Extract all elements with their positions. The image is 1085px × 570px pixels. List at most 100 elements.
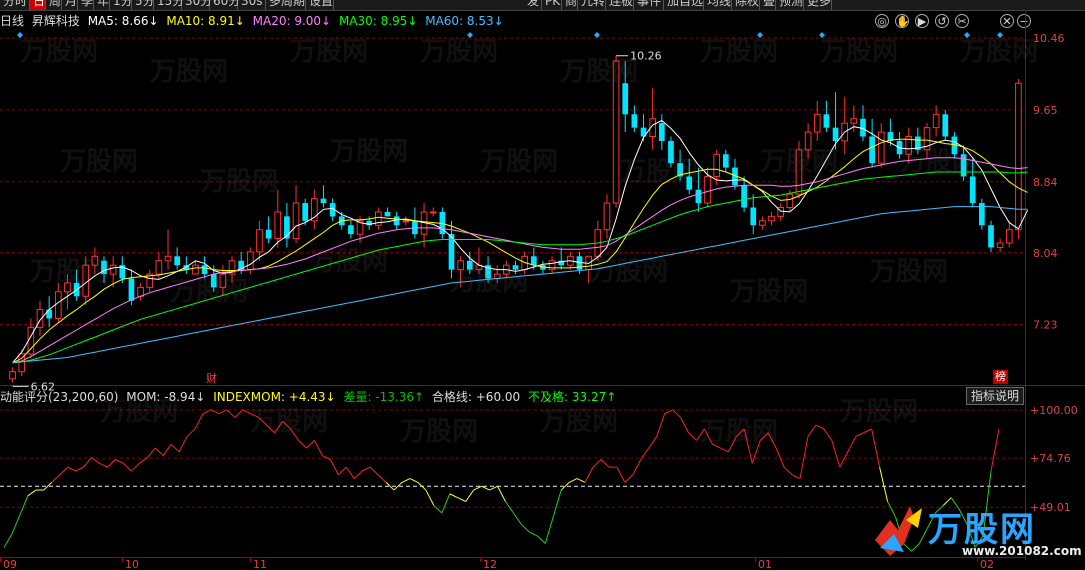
candle-body bbox=[988, 225, 994, 248]
mom-line-segment bbox=[489, 485, 498, 491]
mom-line-segment bbox=[329, 459, 339, 476]
candle-body bbox=[695, 189, 702, 204]
mom-line-segment bbox=[178, 436, 188, 453]
mom-line-segment bbox=[115, 459, 124, 464]
watermark-tile: 万股网 bbox=[960, 37, 1038, 67]
watermark-tile: 万股网 bbox=[730, 277, 808, 307]
mom-line-segment bbox=[568, 478, 578, 483]
mom-line-segment bbox=[815, 424, 825, 430]
mom-line-segment bbox=[226, 409, 236, 418]
mom-line-segment bbox=[377, 474, 387, 483]
watermark-tile: 万股网 bbox=[60, 147, 138, 177]
candle-body bbox=[402, 220, 410, 223]
candle-body bbox=[274, 211, 282, 240]
candle-body bbox=[137, 286, 144, 297]
candle-body bbox=[1015, 82, 1022, 231]
mom-line-segment bbox=[3, 533, 13, 548]
mom-line-segment bbox=[210, 409, 220, 415]
watermark-tile: 万股网 bbox=[250, 407, 328, 437]
watermark-tile: 万股网 bbox=[290, 37, 368, 67]
mom-line-segment bbox=[552, 489, 562, 517]
mom-line-segment bbox=[337, 466, 347, 476]
mom-line-segment bbox=[27, 489, 37, 497]
candle-body bbox=[658, 123, 665, 141]
candle-body bbox=[192, 264, 199, 275]
candle-body bbox=[429, 211, 437, 214]
watermark-tile: 万股网 bbox=[760, 147, 838, 177]
mom-line-segment bbox=[433, 504, 443, 514]
watermark-tile: 万股网 bbox=[540, 407, 618, 437]
candle-body bbox=[932, 113, 940, 129]
candle-body bbox=[877, 131, 885, 164]
candle-body bbox=[786, 193, 794, 208]
price-tick-label: 9.65 bbox=[1033, 104, 1058, 117]
mom-line-segment bbox=[186, 428, 196, 437]
stock-chart[interactable]: 10.469.658.848.047.23+100.00+74.76+49.01… bbox=[0, 0, 1085, 570]
watermark-tile: 万股网 bbox=[900, 147, 978, 177]
mom-line-segment bbox=[600, 459, 610, 468]
candle-body bbox=[813, 113, 821, 133]
mom-line-segment bbox=[536, 535, 546, 544]
mom-line-segment bbox=[11, 514, 21, 535]
mom-line-segment bbox=[544, 516, 554, 544]
watermark-tile: 万股网 bbox=[820, 37, 898, 67]
mom-line-segment bbox=[680, 417, 690, 433]
financial-tag[interactable]: 财 bbox=[204, 372, 219, 386]
mom-line-segment bbox=[513, 512, 522, 525]
mom-line-segment bbox=[361, 466, 371, 472]
candle-body bbox=[759, 220, 766, 226]
mom-line-segment bbox=[497, 485, 506, 502]
mom-line-segment bbox=[194, 413, 204, 430]
candle-body bbox=[832, 127, 839, 141]
price-tick-label: 7.23 bbox=[1033, 319, 1058, 332]
watermark-tile: 万股网 bbox=[20, 37, 98, 67]
mom-line-segment bbox=[449, 493, 458, 499]
mom-line-segment bbox=[369, 466, 379, 476]
candle-body bbox=[174, 256, 181, 266]
mom-line-segment bbox=[990, 428, 1000, 472]
mom-line-segment bbox=[831, 440, 841, 468]
mom-line-segment bbox=[624, 474, 634, 483]
price-tick-label: 8.04 bbox=[1033, 247, 1058, 260]
candle-body bbox=[704, 175, 711, 204]
mom-line-segment bbox=[154, 447, 164, 457]
watermark-tile: 万股网 bbox=[620, 157, 698, 187]
candle-body bbox=[603, 202, 611, 231]
mom-line-segment bbox=[83, 457, 92, 468]
ranking-tag[interactable]: 榜 bbox=[993, 370, 1008, 384]
watermark-tile: 万股网 bbox=[150, 57, 228, 87]
mom-line-segment bbox=[783, 466, 793, 476]
mom-line-segment bbox=[162, 443, 172, 456]
mom-line-segment bbox=[648, 436, 658, 449]
mom-line-segment bbox=[401, 478, 411, 483]
candle-body bbox=[768, 215, 775, 222]
candle-body bbox=[348, 225, 354, 235]
mom-line-segment bbox=[67, 466, 76, 472]
price-tick-label: 8.84 bbox=[1033, 176, 1058, 189]
mom-line-segment bbox=[409, 478, 419, 483]
low-annotation: 6.62 bbox=[31, 380, 56, 393]
mom-line-segment bbox=[863, 428, 872, 434]
candle-body bbox=[823, 114, 830, 128]
time-tick-label: 12 bbox=[483, 558, 497, 570]
mom-line-segment bbox=[791, 474, 801, 480]
mom-line-segment bbox=[457, 497, 466, 502]
mom-line-segment bbox=[465, 489, 475, 502]
mom-line-segment bbox=[322, 455, 331, 460]
mom-line-segment bbox=[481, 485, 490, 491]
candle-body bbox=[850, 118, 858, 124]
candle-body bbox=[54, 291, 62, 319]
mom-line-segment bbox=[584, 466, 594, 483]
event-marker-icon bbox=[594, 32, 600, 38]
mom-line-segment bbox=[59, 466, 69, 476]
candle-body bbox=[201, 265, 208, 275]
mom-line-segment bbox=[234, 409, 244, 418]
watermark-tile: 万股网 bbox=[30, 257, 108, 287]
candle-body bbox=[631, 114, 638, 128]
candle-body bbox=[246, 251, 254, 271]
mom-line-segment bbox=[879, 467, 889, 502]
watermark-tile: 万股网 bbox=[450, 267, 528, 297]
mom-line-segment bbox=[345, 466, 355, 479]
mom-line-segment bbox=[847, 436, 857, 453]
candle-body bbox=[1005, 229, 1013, 244]
